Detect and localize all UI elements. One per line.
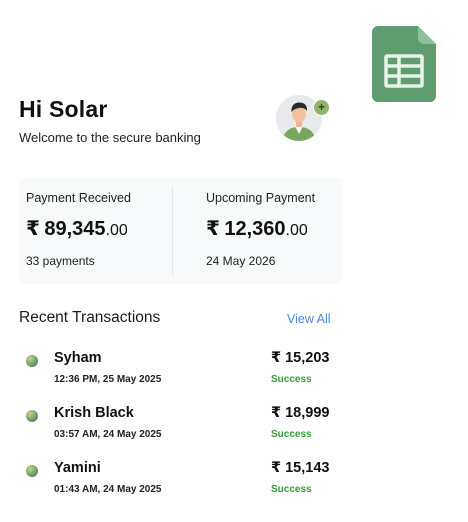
spreadsheet-icon[interactable] bbox=[372, 26, 436, 102]
transaction-avatar-icon bbox=[26, 355, 38, 367]
transaction-name: Yamini bbox=[54, 460, 101, 476]
upcoming-payment-date: 24 May 2026 bbox=[206, 254, 276, 268]
transaction-amount: ₹ 15,143 bbox=[271, 460, 330, 476]
amount-decimal: .00 bbox=[105, 222, 128, 239]
summary-card: Payment Received ₹ 89,345.00 33 payments… bbox=[19, 178, 342, 284]
upcoming-payment-label: Upcoming Payment bbox=[206, 191, 316, 205]
transaction-amount: ₹ 15,203 bbox=[271, 350, 330, 366]
list-item[interactable]: Syham 12:36 PM, 25 May 2025 ₹ 15,203 Suc… bbox=[0, 350, 468, 394]
payment-received-amount: ₹ 89,345.00 bbox=[26, 216, 128, 241]
page-subtitle: Welcome to the secure banking bbox=[19, 130, 201, 145]
transaction-name: Syham bbox=[54, 350, 102, 366]
transaction-avatar-icon bbox=[26, 465, 38, 477]
status-badge: Success bbox=[271, 429, 312, 440]
status-badge: Success bbox=[271, 484, 312, 495]
summary-divider bbox=[172, 186, 173, 276]
transaction-amount: ₹ 18,999 bbox=[271, 405, 330, 421]
section-title: Recent Transactions bbox=[19, 309, 161, 326]
list-item[interactable]: Yamini 01:43 AM, 24 May 2025 ₹ 15,143 Su… bbox=[0, 460, 468, 504]
view-all-link[interactable]: View All bbox=[287, 312, 331, 326]
currency-symbol: ₹ bbox=[206, 218, 220, 240]
amount-decimal: .00 bbox=[285, 222, 308, 239]
transaction-time: 12:36 PM, 25 May 2025 bbox=[54, 374, 162, 385]
transaction-time: 01:43 AM, 24 May 2025 bbox=[54, 484, 162, 495]
status-badge: Success bbox=[271, 374, 312, 385]
amount-main: 12,360 bbox=[224, 218, 286, 240]
transaction-name: Krish Black bbox=[54, 405, 134, 421]
upcoming-payment-amount: ₹ 12,360.00 bbox=[206, 216, 308, 241]
currency-symbol: ₹ bbox=[26, 218, 40, 240]
add-badge-icon[interactable]: + bbox=[313, 99, 330, 116]
transaction-time: 03:57 AM, 24 May 2025 bbox=[54, 429, 162, 440]
page-title: Hi Solar bbox=[19, 96, 108, 122]
payment-received-label: Payment Received bbox=[26, 191, 131, 205]
transaction-avatar-icon bbox=[26, 410, 38, 422]
amount-main: 89,345 bbox=[44, 218, 106, 240]
list-item[interactable]: Krish Black 03:57 AM, 24 May 2025 ₹ 18,9… bbox=[0, 405, 468, 449]
payment-received-count: 33 payments bbox=[26, 254, 95, 268]
